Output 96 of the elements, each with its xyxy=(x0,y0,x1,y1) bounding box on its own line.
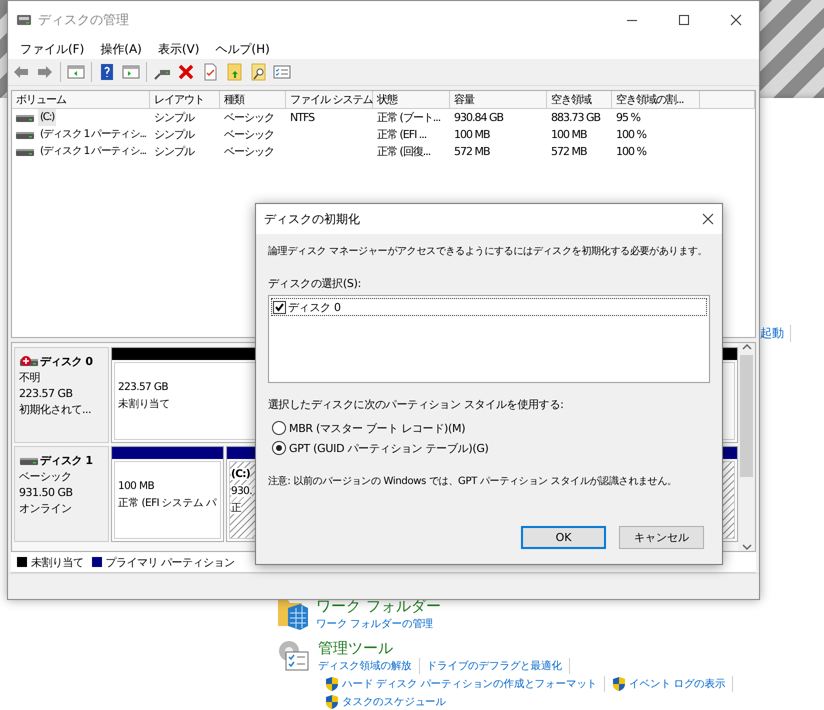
table-cell-text: シンプル xyxy=(153,110,196,126)
table-cell-text: 572 MB xyxy=(550,144,588,160)
table-cell-text: ベーシック xyxy=(223,127,275,143)
disk-detail: 223.57 GB xyxy=(19,386,74,402)
partition-label: (C:) xyxy=(231,468,250,480)
table-cell-text: 95 % xyxy=(615,110,642,126)
checkbox[interactable] xyxy=(273,300,286,314)
disk-detail: 初期化されて... xyxy=(19,402,92,418)
dialog-button[interactable]: OK xyxy=(521,526,606,549)
table-cell-text: 正常 (回復... xyxy=(376,144,432,160)
panel-icon[interactable] xyxy=(122,63,140,81)
table-cell-text: 100 MB xyxy=(453,127,491,143)
table-cell-text: シンプル xyxy=(153,127,196,143)
table-cell-text: 572 MB xyxy=(453,144,491,160)
scroll-down-icon[interactable] xyxy=(742,543,752,551)
close-icon[interactable] xyxy=(702,213,714,225)
dialog-title: ディスクの初期化 xyxy=(264,210,360,228)
maximize-icon[interactable] xyxy=(678,14,690,26)
section-title[interactable]: ワーク フォルダー xyxy=(316,596,816,616)
disk-name: ディスク 0 xyxy=(40,354,92,370)
disk-info-panel[interactable]: ディスク 1 ベーシック 931.50 GB オンライン xyxy=(14,446,109,542)
disk-name: ディスク 1 xyxy=(40,453,92,469)
note-text: 注意: 以前のバージョンの Windows では、GPT パーティション スタイルが認識されません。 xyxy=(268,474,677,488)
disk-detail: 931.50 GB xyxy=(19,485,74,501)
disk-detail: 不明 xyxy=(19,370,41,386)
menu-item[interactable]: 表示(V) xyxy=(150,40,208,58)
disk-drive-icon xyxy=(16,13,32,27)
menu-item[interactable]: ヘルプ(H) xyxy=(207,40,278,58)
gear-checklist-icon xyxy=(276,638,310,672)
legend-label: プライマリ パーティション xyxy=(106,554,234,570)
window-title: ディスクの管理 xyxy=(38,12,130,29)
menu-item[interactable]: ファイル(F) xyxy=(12,40,92,58)
link[interactable]: タスクのスケジュール xyxy=(342,694,446,710)
disk-info-panel[interactable]: ディスク 0 不明 223.57 GB 初期化されて... xyxy=(14,347,109,443)
table-cell-text: ベーシック xyxy=(223,110,275,126)
table-cell-text: 正常 (ブート... xyxy=(376,110,442,126)
column-header[interactable]: 容量 xyxy=(450,91,547,108)
volume-name[interactable]: (ディスク 1 パーティシ... xyxy=(38,126,148,143)
table-cell-text: シンプル xyxy=(153,144,196,160)
delete-icon[interactable] xyxy=(177,63,195,81)
column-header[interactable]: 状態 xyxy=(373,91,450,108)
help-icon[interactable] xyxy=(98,63,116,81)
radio-label[interactable]: GPT (GUID パーティション テーブル)(G) xyxy=(289,440,489,456)
shield-icon xyxy=(325,694,339,710)
panel-icon[interactable] xyxy=(67,63,85,81)
menu-item[interactable]: 操作(A) xyxy=(92,40,150,58)
partition-size: 223.57 GB xyxy=(118,381,168,393)
table-cell-text: 930.84 GB xyxy=(453,110,504,126)
column-header[interactable]: レイアウト xyxy=(150,91,220,108)
shield-icon xyxy=(325,676,339,692)
column-header[interactable]: ファイル システム xyxy=(286,91,373,108)
section-label: 選択したディスクに次のパーティション スタイルを使用する: xyxy=(268,397,565,412)
link[interactable]: ハード ディスク パーティションの作成とフォーマット xyxy=(342,676,598,692)
column-header[interactable]: 空き領域 xyxy=(547,91,612,108)
column-header[interactable]: 種類 xyxy=(220,91,286,108)
shield-icon xyxy=(612,676,626,692)
column-header[interactable]: ボリューム xyxy=(12,91,150,108)
partition-size: 930. xyxy=(231,485,252,497)
link[interactable]: イベント ログの表示 xyxy=(629,676,726,692)
folder-up-icon[interactable] xyxy=(225,63,243,81)
scrollbar-thumb[interactable] xyxy=(740,355,753,477)
check-icon xyxy=(275,302,284,312)
close-icon[interactable] xyxy=(730,14,742,26)
column-header[interactable]: 空き領域の割... xyxy=(612,91,700,108)
table-cell-text: 100 MB xyxy=(550,127,588,143)
partition-status: 正常 (EFI システム パ xyxy=(118,497,216,509)
folder-search-icon[interactable] xyxy=(249,63,267,81)
link[interactable]: ディスク領域の解放 xyxy=(318,658,412,674)
table-cell-text: 100 % xyxy=(615,144,648,160)
checklist-icon[interactable] xyxy=(273,63,291,81)
partition-status: 正 xyxy=(231,502,242,514)
partition-status: 未割り当て xyxy=(118,398,170,410)
forward-arrow-icon[interactable] xyxy=(36,63,54,81)
link[interactable]: ドライブのデフラグと最適化 xyxy=(426,658,562,674)
table-cell-text: 883.73 GB xyxy=(550,110,602,126)
radio-label[interactable]: MBR (マスター ブート レコード)(M) xyxy=(289,420,466,436)
list-label: ディスクの選択(S): xyxy=(268,276,362,291)
volume-name[interactable]: (ディスク 1 パーティシ... xyxy=(38,143,148,160)
table-cell-text: 100 % xyxy=(615,127,648,143)
message-text: 論理ディスク マネージャーがアクセスできるようにするにはディスクを初期化する必要があります。 xyxy=(268,244,708,258)
list-item[interactable]: ディスク 0 xyxy=(288,300,341,314)
partition-block[interactable]: 100 MB 正常 (EFI システム パ xyxy=(111,446,224,542)
volume-name[interactable]: (C:) xyxy=(38,109,56,126)
section-title[interactable]: 管理ツール xyxy=(318,638,818,658)
disk-detail: オンライン xyxy=(19,501,72,517)
radio-button[interactable] xyxy=(272,441,286,455)
radio-button[interactable] xyxy=(272,421,286,435)
scroll-up-icon[interactable] xyxy=(742,343,752,351)
legend-label: 未割り当て xyxy=(31,554,84,570)
link[interactable]: ワーク フォルダーの管理 xyxy=(316,616,434,632)
table-cell-text: 正常 (EFI ... xyxy=(376,127,428,143)
table-cell-text: NTFS xyxy=(289,110,316,126)
disk-detail: ベーシック xyxy=(19,469,72,485)
dialog-button[interactable]: キャンセル xyxy=(619,526,704,549)
table-cell-text: ベーシック xyxy=(223,144,275,160)
partition-size: 100 MB xyxy=(118,480,154,492)
